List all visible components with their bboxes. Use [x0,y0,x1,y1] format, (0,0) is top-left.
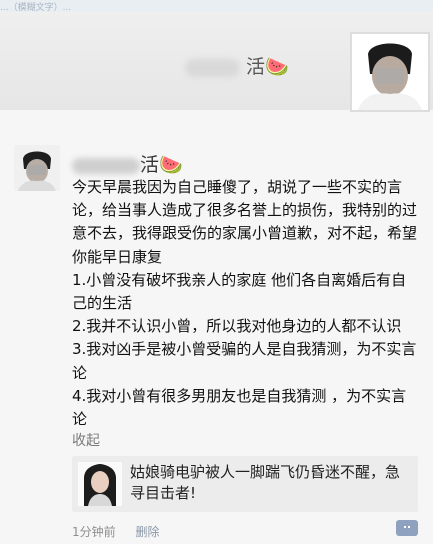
delete-link[interactable]: 删除 [135,525,159,539]
poster-name-text: 活 [140,154,160,176]
profile-name-text: 活 [246,56,266,78]
post-paragraph: 今天早晨我因为自己睡傻了，胡说了一些不实的言论，给当事人造成了很多名誉上的损伤，… [72,178,418,266]
image-thumbnail-icon [78,462,122,506]
profile-header: 活🍉 [0,12,433,112]
top-status-strip: ...（模糊文字）... [0,0,433,12]
moment-post: 活🍉 今天早晨我因为自己睡傻了，胡说了一些不实的言论，给当事人造成了很多名誉上的… [0,118,433,544]
post-paragraph: 4.我对小曾有很多男朋友也是自我猜测 ，为不实言论 [72,386,407,429]
watermelon-emoji-icon: 🍉 [265,56,289,78]
watermelon-emoji-icon: 🍉 [159,154,183,176]
share-thumbnail [78,462,122,506]
shared-link-card[interactable]: 姑娘骑电驴被人一脚踹飞仍昏迷不醒，急寻目击者! [72,456,418,512]
collapse-link[interactable]: 收起 [72,430,100,450]
post-paragraph: 1.小曾没有破坏我亲人的家庭 他们各自离婚后有自己的生活 [72,270,407,313]
post-meta: 1分钟前 删除 [72,523,159,540]
profile-name[interactable]: 活🍉 [185,52,289,79]
comment-icon[interactable] [396,520,418,536]
post-time: 1分钟前 [72,525,116,539]
post-paragraph: 3.我对凶手是被小曾受骗的人是自我猜测，为不实言论 [72,340,417,382]
poster-name[interactable]: 活🍉 [72,150,183,177]
blurred-name-part [72,157,140,174]
poster-avatar[interactable] [14,145,60,191]
post-paragraph: 2.我并不认识小曾，所以我对他身边的人都不认识 [72,317,402,336]
avatar-icon [14,145,60,191]
profile-avatar[interactable] [350,32,430,112]
post-content: 今天早晨我因为自己睡傻了，胡说了一些不实的言论，给当事人造成了很多名誉上的损伤，… [72,176,418,431]
top-strip-text: ...（模糊文字）... [0,3,72,12]
blurred-name-part [185,58,240,77]
shared-link-title: 姑娘骑电驴被人一脚踹飞仍昏迷不醒，急寻目击者! [130,463,401,502]
avatar-icon [352,34,428,110]
